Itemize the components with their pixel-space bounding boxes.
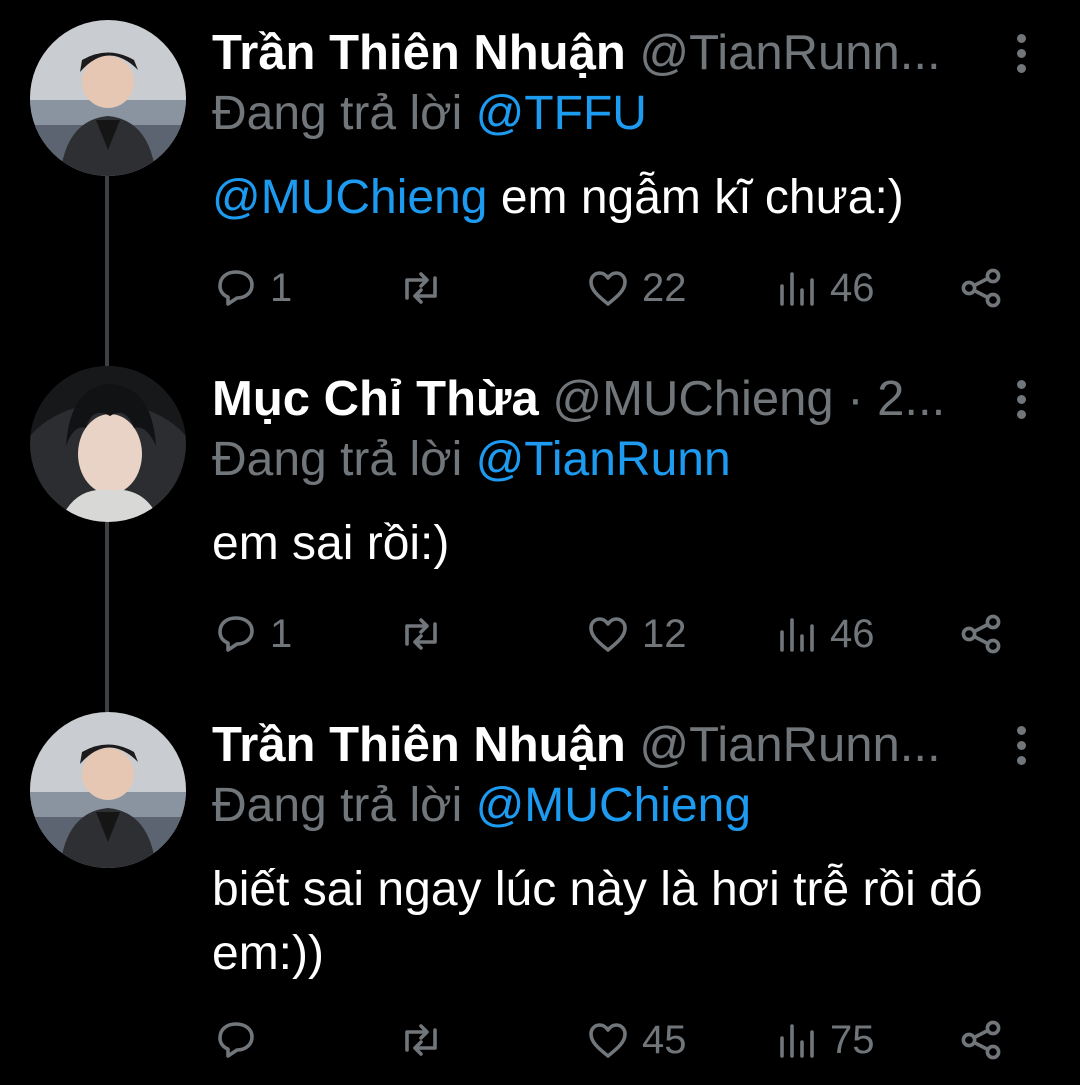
heart-icon <box>589 1023 627 1058</box>
author-handle[interactable]: @TianRunn... <box>639 718 940 772</box>
share-button[interactable] <box>957 604 1005 664</box>
replying-to: Đang trả lời @TFFU <box>212 84 647 144</box>
tweet-text: em sai rồi:) <box>212 517 450 570</box>
retweet-icon <box>405 272 437 304</box>
tweet[interactable]: Mục Chỉ Thừa @MUChieng · 2... Đang trả l… <box>0 366 1080 686</box>
avatar[interactable] <box>30 366 186 522</box>
like-button[interactable]: 12 <box>584 604 687 664</box>
action-bar: 1 12 46 <box>212 604 1020 664</box>
views-chart-icon <box>780 272 814 306</box>
reply-button[interactable]: 1 <box>212 604 292 664</box>
views-chart-icon <box>780 1024 814 1058</box>
reply-icon <box>218 270 254 306</box>
views-count: 46 <box>830 611 875 656</box>
views-button[interactable]: 46 <box>772 258 875 318</box>
replying-to-mention[interactable]: @TFFU <box>476 87 647 140</box>
author-handle[interactable]: @TianRunn... <box>639 26 940 80</box>
tweet-text: @MUChieng em ngẫm kĩ chưa:) <box>212 166 1032 230</box>
like-count: 12 <box>642 611 687 656</box>
retweet-button[interactable] <box>397 258 445 318</box>
views-count: 46 <box>830 265 875 310</box>
replying-to: Đang trả lời @TianRunn <box>212 430 731 490</box>
replying-prefix: Đang trả lời <box>212 433 476 486</box>
retweet-button[interactable] <box>397 604 445 664</box>
more-vertical-icon[interactable] <box>1014 34 1028 74</box>
heart-icon <box>589 271 627 306</box>
like-count: 45 <box>642 1017 687 1062</box>
tweet-text: biết sai ngay lúc này là hơi trễ rồi đó … <box>212 863 983 980</box>
action-bar: 45 75 <box>212 1010 1020 1070</box>
share-icon <box>961 1020 1001 1060</box>
replying-prefix: Đang trả lời <box>212 779 476 832</box>
share-icon <box>961 614 1001 654</box>
retweet-icon <box>405 618 437 650</box>
author-name[interactable]: Trần Thiên Nhuận <box>212 718 626 772</box>
tweet-text-body: em ngẫm kĩ chưa:) <box>487 171 904 224</box>
reply-icon <box>218 1022 254 1058</box>
tweet-header: Trần Thiên Nhuận @TianRunn... <box>212 712 1010 778</box>
avatar[interactable] <box>30 712 186 868</box>
replying-to: Đang trả lời @MUChieng <box>212 776 751 836</box>
share-icon <box>961 268 1001 308</box>
more-vertical-icon[interactable] <box>1014 380 1028 420</box>
views-button[interactable]: 75 <box>772 1010 875 1070</box>
share-button[interactable] <box>957 1010 1005 1070</box>
more-vertical-icon[interactable] <box>1014 726 1028 766</box>
tweet[interactable]: Trần Thiên Nhuận @TianRunn... Đang trả l… <box>0 712 1080 1085</box>
views-chart-icon <box>780 618 814 652</box>
retweet-button[interactable] <box>397 1010 445 1070</box>
tweet[interactable]: Trần Thiên Nhuận @TianRunn... Đang trả l… <box>0 20 1080 340</box>
retweet-icon <box>405 1024 437 1056</box>
like-button[interactable]: 45 <box>584 1010 687 1070</box>
heart-icon <box>589 617 627 652</box>
author-name[interactable]: Trần Thiên Nhuận <box>212 26 626 80</box>
replying-to-mention[interactable]: @TianRunn <box>476 433 731 486</box>
reply-count: 1 <box>270 265 293 310</box>
reply-button[interactable]: 1 <box>212 258 292 318</box>
reply-button[interactable] <box>212 1010 270 1070</box>
tweet-header: Mục Chỉ Thừa @MUChieng · 2... <box>212 366 1010 432</box>
replying-prefix: Đang trả lời <box>212 87 476 140</box>
share-button[interactable] <box>957 258 1005 318</box>
author-handle[interactable]: @MUChieng · 2... <box>552 372 945 426</box>
like-count: 22 <box>642 265 687 310</box>
like-button[interactable]: 22 <box>584 258 687 318</box>
views-button[interactable]: 46 <box>772 604 875 664</box>
tweet-header: Trần Thiên Nhuận @TianRunn... <box>212 20 1010 86</box>
avatar[interactable] <box>30 20 186 176</box>
views-count: 75 <box>830 1017 875 1062</box>
reply-icon <box>218 616 254 652</box>
author-name[interactable]: Mục Chỉ Thừa <box>212 372 539 426</box>
text-mention[interactable]: @MUChieng <box>212 171 487 224</box>
action-bar: 1 22 46 <box>212 258 1020 318</box>
reply-count: 1 <box>270 611 293 656</box>
replying-to-mention[interactable]: @MUChieng <box>476 779 751 832</box>
